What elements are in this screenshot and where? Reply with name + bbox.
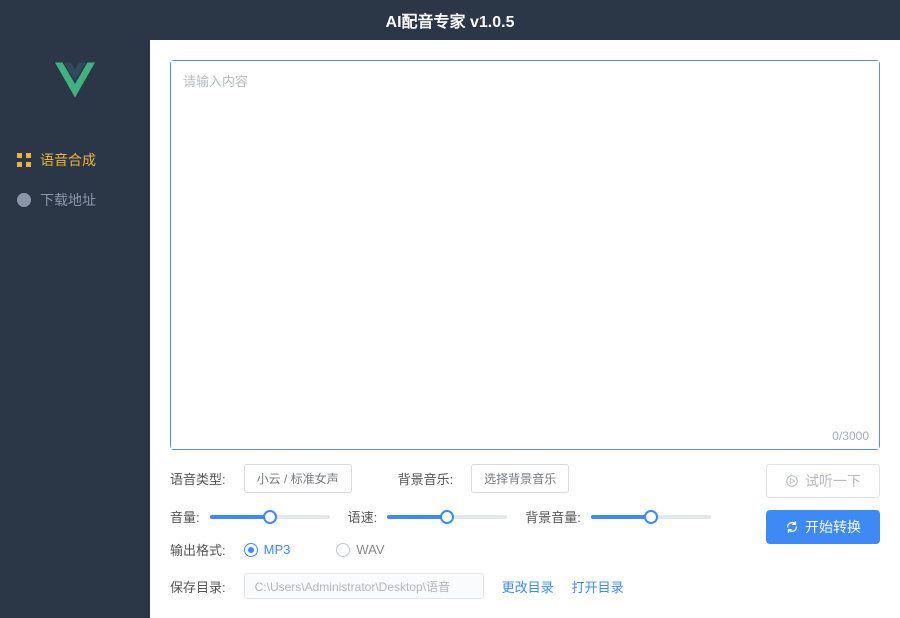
preview-button[interactable]: 试听一下 (766, 464, 880, 498)
sidebar-item-download[interactable]: 下载地址 (0, 180, 150, 220)
convert-label: 开始转换 (805, 517, 861, 537)
sidebar-item-tts[interactable]: 语音合成 (0, 140, 150, 180)
info-icon (16, 192, 32, 208)
save-dir-label: 保存目录: (170, 577, 226, 596)
speed-label: 语速: (348, 507, 378, 526)
main-panel: 0/3000 语音类型: 小云 / 标准女声 背景音乐: 选择背景音乐 音量: (150, 40, 900, 618)
voice-type-select[interactable]: 小云 / 标准女声 (244, 464, 352, 493)
speed-slider[interactable] (387, 510, 507, 524)
change-dir-link[interactable]: 更改目录 (502, 577, 554, 596)
radio-wav[interactable]: WAV (336, 542, 384, 557)
voice-type-label: 语音类型: (170, 469, 226, 488)
bgm-volume-slider[interactable] (591, 510, 711, 524)
radio-label: MP3 (264, 542, 291, 557)
preview-label: 试听一下 (805, 471, 861, 491)
bgm-label: 背景音乐: (398, 469, 454, 488)
volume-slider[interactable] (210, 510, 330, 524)
play-icon (785, 474, 799, 488)
radio-label: WAV (356, 542, 384, 557)
char-counter: 0/3000 (832, 429, 869, 443)
refresh-icon (785, 520, 799, 534)
sidebar-item-label: 下载地址 (40, 190, 96, 210)
radio-dot-icon (336, 543, 350, 557)
radio-mp3[interactable]: MP3 (244, 542, 291, 557)
convert-button[interactable]: 开始转换 (766, 510, 880, 544)
bgm-volume-label: 背景音量: (525, 507, 581, 526)
open-dir-link[interactable]: 打开目录 (572, 577, 624, 596)
nav: 语音合成 下载地址 (0, 140, 150, 220)
app-title: AI配音专家 v1.0.5 (386, 8, 515, 32)
bgm-select[interactable]: 选择背景音乐 (471, 464, 569, 493)
sidebar: 语音合成 下载地址 (0, 40, 150, 618)
app-logo (45, 50, 105, 110)
title-bar: AI配音专家 v1.0.5 (0, 0, 900, 40)
grid-icon (16, 152, 32, 168)
volume-label: 音量: (170, 507, 200, 526)
content-textarea[interactable] (171, 61, 879, 449)
text-input-wrap: 0/3000 (170, 60, 880, 450)
sidebar-item-label: 语音合成 (40, 150, 96, 170)
radio-dot-icon (244, 543, 258, 557)
output-format-label: 输出格式: (170, 540, 226, 559)
save-dir-input[interactable] (244, 573, 484, 599)
